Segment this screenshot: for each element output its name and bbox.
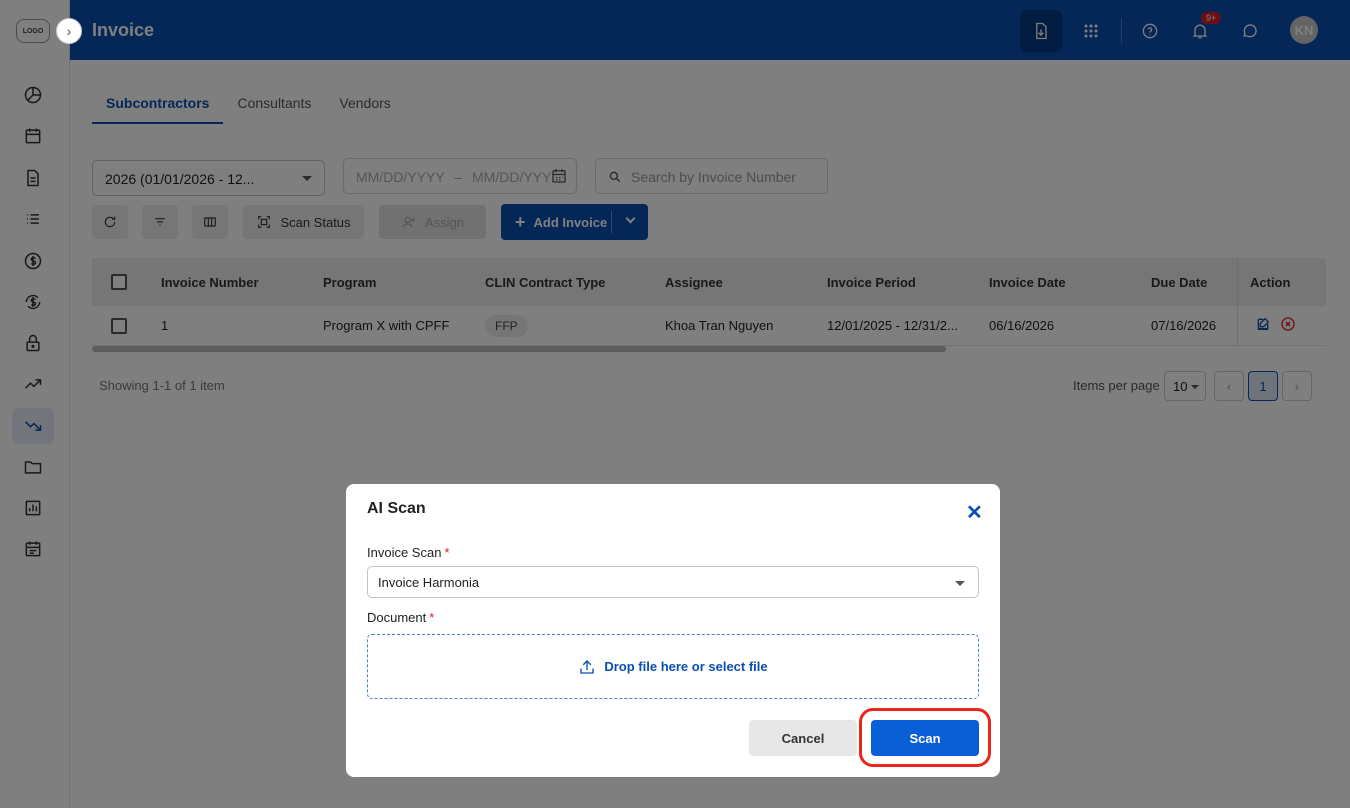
upload-icon bbox=[580, 659, 595, 674]
invoice-scan-label: Invoice Scan * bbox=[367, 545, 450, 560]
dropzone-text: Drop file here or select file bbox=[604, 659, 768, 674]
sidebar-expand-chevron-icon[interactable]: › bbox=[56, 18, 82, 44]
dialog-title: AI Scan bbox=[367, 500, 426, 517]
file-dropzone[interactable]: Drop file here or select file bbox=[367, 634, 979, 699]
scan-button-highlight bbox=[859, 708, 991, 767]
invoice-scan-value: Invoice Harmonia bbox=[378, 575, 480, 590]
caret-down-icon bbox=[955, 581, 965, 586]
document-label: Document * bbox=[367, 610, 435, 625]
invoice-scan-select[interactable]: Invoice Harmonia bbox=[367, 566, 979, 598]
close-icon[interactable]: ✕ bbox=[966, 500, 983, 525]
cancel-button[interactable]: Cancel bbox=[749, 720, 857, 756]
